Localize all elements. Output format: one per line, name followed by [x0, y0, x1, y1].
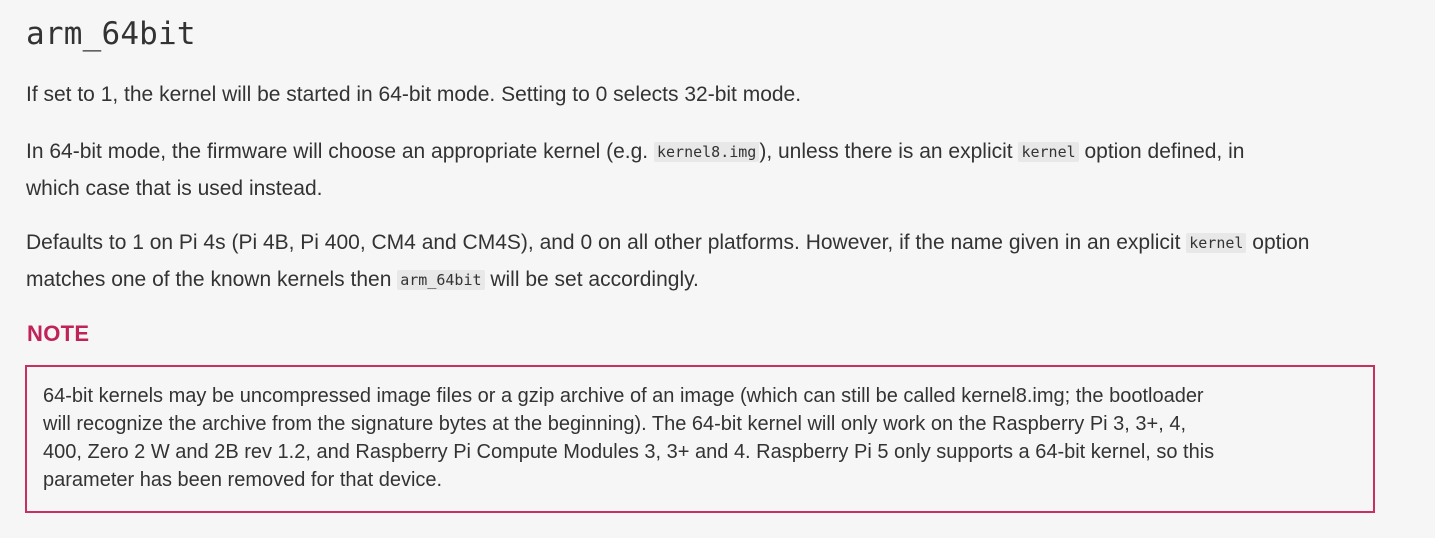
- documentation-section: arm_64bit If set to 1, the kernel will b…: [0, 0, 1435, 538]
- note-line: 64-bit kernels may be uncompressed image…: [43, 385, 1204, 407]
- inline-code-kernel8: kernel8.img: [653, 142, 760, 162]
- inline-code-arm-64bit: arm_64bit: [397, 270, 485, 290]
- paragraph-defaults: Defaults to 1 on Pi 4s (Pi 4B, Pi 400, C…: [26, 225, 1310, 299]
- inline-code-kernel: kernel: [1186, 233, 1247, 253]
- text-segment: will be set accordingly.: [484, 268, 699, 291]
- paragraph-line: matches one of the known kernels then ar…: [26, 262, 1310, 299]
- paragraph-mode-setting: If set to 1, the kernel will be started …: [26, 83, 802, 106]
- note-text: 64-bit kernels may be uncompressed image…: [43, 382, 1357, 494]
- note-line: 400, Zero 2 W and 2B rev 1.2, and Raspbe…: [43, 441, 1215, 463]
- section-heading: arm_64bit: [26, 16, 196, 52]
- paragraph-line: which case that is used instead.: [26, 177, 323, 200]
- note-line: will recognize the archive from the sign…: [43, 413, 1186, 435]
- text-segment: In 64-bit mode, the firmware will choose…: [26, 140, 654, 163]
- text-segment: option: [1246, 231, 1310, 254]
- text-segment: ), unless there is an explicit: [759, 140, 1019, 163]
- paragraph-kernel-choice: In 64-bit mode, the firmware will choose…: [26, 134, 1244, 206]
- paragraph-line: In 64-bit mode, the firmware will choose…: [26, 134, 1244, 171]
- text-segment: Defaults to 1 on Pi 4s (Pi 4B, Pi 400, C…: [26, 231, 1187, 254]
- note-callout-box: 64-bit kernels may be uncompressed image…: [25, 365, 1375, 513]
- inline-code-kernel: kernel: [1018, 142, 1079, 162]
- note-line: parameter has been removed for that devi…: [43, 469, 443, 491]
- paragraph-line: Defaults to 1 on Pi 4s (Pi 4B, Pi 400, C…: [26, 225, 1310, 262]
- text-segment: option defined, in: [1078, 140, 1245, 163]
- note-label: NOTE: [27, 321, 90, 346]
- text-segment: matches one of the known kernels then: [26, 268, 398, 291]
